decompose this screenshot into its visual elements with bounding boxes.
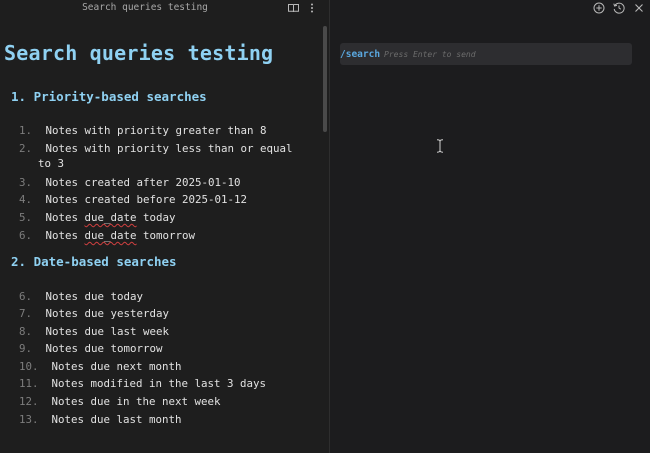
list-item: 13. Notes due last month (19, 413, 182, 426)
close-icon[interactable] (632, 1, 645, 14)
command-token: /search (340, 48, 381, 60)
input-hint: Press Enter to send (384, 49, 476, 59)
spellcheck-error[interactable]: due_date (85, 211, 137, 224)
book-open-icon[interactable] (287, 2, 299, 14)
editor-header: Search queries testing (0, 0, 329, 16)
list-item: 6. Notes due today (19, 290, 144, 303)
more-vertical-icon[interactable] (306, 2, 318, 14)
app-window: Search queries testing Search queries te… (0, 0, 650, 453)
list-item: 11. Notes modified in the last 3 days (19, 377, 267, 390)
chat-input[interactable]: /search Press Enter to send (340, 43, 632, 65)
section-heading-priority: 1. Priority-based searches (11, 89, 207, 104)
editor-scrollbar[interactable] (323, 26, 327, 132)
chat-pane: /search Press Enter to send (330, 0, 650, 453)
note-title: Search queries testing (4, 41, 274, 65)
list-item: 5. Notes due_date today (19, 211, 176, 224)
list-item-continuation: to 3 (38, 157, 65, 170)
add-circle-icon[interactable] (592, 1, 605, 14)
note-editor-pane: Search queries testing Search queries te… (0, 0, 330, 453)
spellcheck-error[interactable]: due_date (85, 229, 137, 242)
list-item: 9. Notes due tomorrow (19, 342, 163, 355)
list-item: 4. Notes created before 2025-01-12 (19, 193, 248, 206)
list-item: 12. Notes due in the next week (19, 395, 221, 408)
history-icon[interactable] (612, 1, 625, 14)
list-item: 1. Notes with priority greater than 8 (19, 124, 267, 137)
list-item: 3. Notes created after 2025-01-10 (19, 176, 241, 189)
text-cursor-icon (436, 138, 444, 153)
list-item: 10. Notes due next month (19, 360, 182, 373)
editor-tab-title: Search queries testing (82, 2, 208, 13)
section-heading-date: 2. Date-based searches (11, 254, 177, 269)
list-item: 2. Notes with priority less than or equa… (19, 142, 293, 155)
list-item: 7. Notes due yesterday (19, 307, 170, 320)
list-item: 8. Notes due last week (19, 325, 170, 338)
list-item: 6. Notes due_date tomorrow (19, 229, 196, 242)
